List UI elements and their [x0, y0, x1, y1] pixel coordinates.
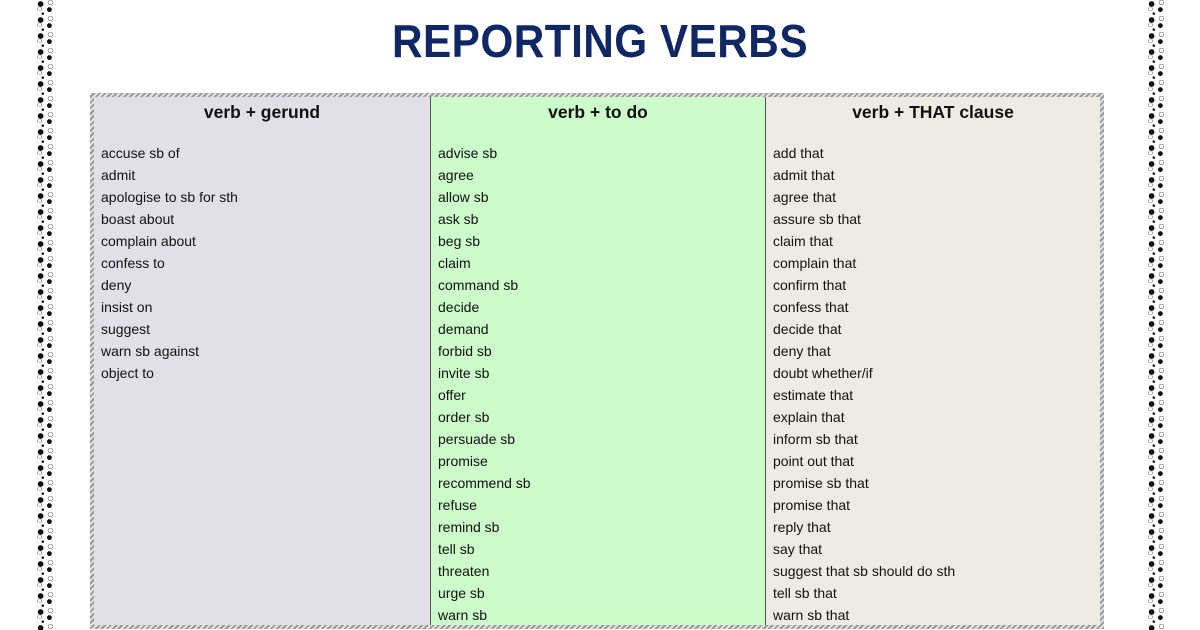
verb-list-item: confess to: [101, 255, 165, 271]
verb-list: add that admit that agree that assure sb th…: [766, 142, 1100, 626]
verb-list-item: promise sb that: [773, 475, 869, 491]
verb-list-item: refuse: [438, 497, 477, 513]
verb-list-item: advise sb: [438, 145, 498, 161]
verb-list-item: order sb: [438, 409, 490, 425]
verb-list-item: confirm that: [773, 277, 847, 293]
verb-list-item: say that: [773, 541, 823, 557]
verb-list-item: demand: [438, 321, 489, 337]
verb-list-item: suggest: [101, 321, 151, 337]
verb-list-item: admit: [101, 167, 136, 183]
verb-list-item: ask sb: [438, 211, 479, 227]
verb-list: advise sb agree allow sb ask sb beg sb claim c…: [431, 142, 765, 626]
verb-list-item: deny: [101, 277, 132, 293]
verb-list-item: object to: [101, 365, 154, 381]
verb-list-item: inform sb that: [773, 431, 858, 447]
verbs-table-body: verb + gerund accuse sb of admit apologise…: [94, 97, 1100, 625]
verb-list-item: threaten: [438, 563, 490, 579]
verb-list-item: insist on: [101, 299, 153, 315]
verb-list-item: remind sb: [438, 519, 500, 535]
verb-list-item: complain about: [101, 233, 196, 249]
verb-list-item: invite sb: [438, 365, 490, 381]
page-title: REPORTING VERBS: [391, 15, 809, 67]
column-verb-to-do: verb + to do advise sb agree allow sb ask s…: [430, 97, 766, 625]
column-header: verb + THAT clause: [852, 102, 1014, 122]
verb-list-item: decide: [438, 299, 480, 315]
verb-list-item: add that: [773, 145, 824, 161]
verb-list-item: tell sb that: [773, 585, 837, 601]
verb-list-item: promise: [438, 453, 488, 469]
column-header: verb + to do: [548, 102, 648, 122]
verb-list-item: boast about: [101, 211, 175, 227]
verb-list-item: accuse sb of: [101, 145, 180, 161]
verb-list-item: reply that: [773, 519, 831, 535]
verb-list-item: estimate that: [773, 387, 854, 403]
verb-list-item: tell sb: [438, 541, 475, 557]
verb-list-item: claim that: [773, 233, 833, 249]
verb-list-item: suggest that sb should do sth: [773, 563, 956, 579]
decorative-border-left-icon: [34, 0, 56, 630]
verb-list-item: doubt whether/if: [773, 365, 873, 381]
verb-list-item: warn sb: [438, 607, 488, 623]
verb-list-item: promise that: [773, 497, 851, 513]
verb-list-item: deny that: [773, 343, 831, 359]
column-header: verb + gerund: [203, 102, 321, 122]
column-verb-that-clause: verb + THAT clause add that admit that agr…: [766, 97, 1100, 625]
verbs-table: verb + gerund accuse sb of admit apologise…: [90, 93, 1104, 629]
verb-list-item: allow sb: [438, 189, 489, 205]
verb-list-item: confess that: [773, 299, 849, 315]
verb-list-item: admit that: [773, 167, 835, 183]
column-verb-gerund: verb + gerund accuse sb of admit apologise…: [94, 97, 430, 625]
verb-list-item: apologise to sb for sth: [101, 189, 238, 205]
verb-list-item: recommend sb: [438, 475, 531, 491]
verb-list-item: point out that: [773, 453, 854, 469]
verb-list-item: beg sb: [438, 233, 481, 249]
verb-list-item: command sb: [438, 277, 519, 293]
verb-list-item: claim: [438, 255, 471, 271]
verb-list-item: forbid sb: [438, 343, 492, 359]
verb-list-item: urge sb: [438, 585, 485, 601]
verb-list-item: complain that: [773, 255, 857, 271]
verb-list-item: decide that: [773, 321, 842, 337]
verb-list-item: offer: [438, 387, 466, 403]
verb-list: accuse sb of admit apologise to sb for sth…: [94, 142, 430, 384]
verb-list-item: agree: [438, 167, 474, 183]
verb-list-item: warn sb that: [773, 607, 850, 623]
verb-list-item: assure sb that: [773, 211, 861, 227]
verb-list-item: warn sb against: [101, 343, 200, 359]
verb-list-item: persuade sb: [438, 431, 516, 447]
decorative-border-right-icon: [1145, 0, 1167, 630]
verb-list-item: explain that: [773, 409, 845, 425]
verb-list-item: agree that: [773, 189, 837, 205]
